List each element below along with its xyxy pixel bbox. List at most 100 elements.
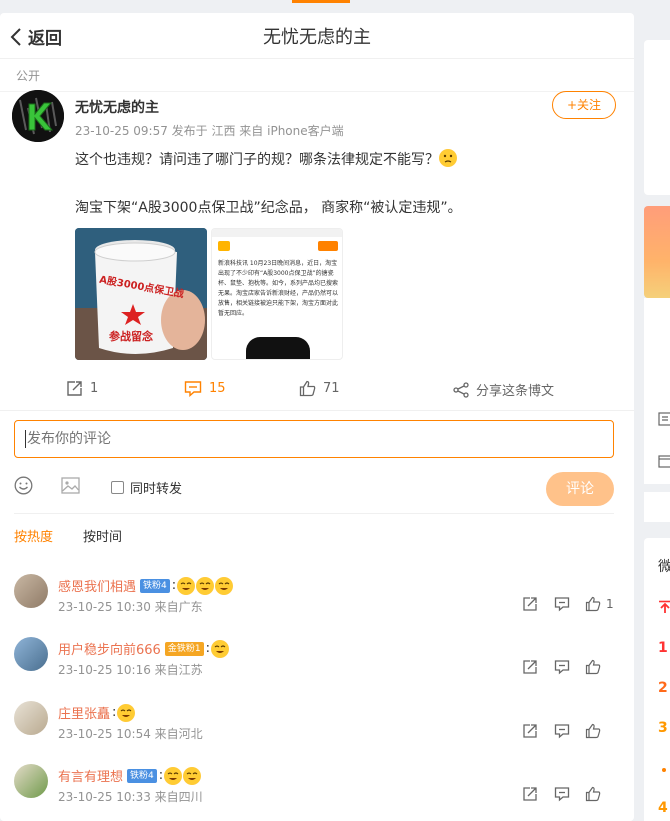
hot-search-heading: 微 <box>658 559 670 575</box>
sidebar-card <box>644 298 670 484</box>
hot-search-card: 微 1 2 3 4 <box>644 538 670 821</box>
calendar-icon[interactable] <box>658 454 670 468</box>
repost-button[interactable]: 1 <box>66 380 98 397</box>
page-title: 无忧无虑的主 <box>263 26 371 48</box>
pin-top-icon <box>659 600 670 613</box>
fan-badge: 金铁粉1 <box>164 641 204 656</box>
comment-icon <box>554 787 570 802</box>
thumbs-up-icon <box>585 596 601 612</box>
repost-count: 1 <box>90 381 99 396</box>
commenter-avatar[interactable] <box>14 701 48 735</box>
repost-icon <box>67 381 82 396</box>
repost-icon <box>523 787 537 801</box>
comment-input[interactable] <box>14 420 614 458</box>
commenter-avatar[interactable] <box>14 637 48 671</box>
comment-reply-button[interactable] <box>554 786 570 802</box>
post-actions: 1 15 71 分享这条博文 <box>0 374 634 404</box>
thumbs-up-icon <box>585 723 601 739</box>
composer-tools: 同时转发 评论 <box>14 472 614 506</box>
comment-icon <box>554 724 570 739</box>
sidebar-banner-image[interactable] <box>644 206 670 298</box>
repost-icon <box>523 724 537 738</box>
back-button[interactable]: 返回 <box>10 24 62 49</box>
comment-like-button[interactable] <box>585 786 601 802</box>
back-label: 返回 <box>28 29 62 49</box>
thinking-emoji-icon <box>439 149 457 167</box>
commenter-name[interactable]: 用户稳步向前666 <box>58 639 161 658</box>
comment-icon <box>554 660 570 675</box>
thumbs-up-icon <box>299 380 316 397</box>
comment-meta: 23-10-25 10:54 来自河北 <box>58 727 203 741</box>
right-sidebar: 微 1 2 3 4 <box>642 0 670 821</box>
thumbs-up-icon <box>585 786 601 802</box>
hot-rank-2[interactable]: 2 <box>658 680 668 696</box>
document-icon[interactable] <box>658 412 670 426</box>
comment-meta: 23-10-25 10:30 来自广东 <box>58 600 203 614</box>
submit-comment-button[interactable]: 评论 <box>546 472 614 506</box>
image-upload-icon[interactable] <box>61 476 80 499</box>
news-image-source-row <box>218 241 230 251</box>
divider <box>14 513 614 514</box>
divider <box>0 410 634 411</box>
comment-button[interactable]: 15 <box>184 380 226 397</box>
comment-text: : <box>172 576 234 595</box>
news-image-follow-chip <box>318 241 338 251</box>
repost-checkbox-label: 同时转发 <box>130 482 183 497</box>
sort-by-time-tab[interactable]: 按时间 <box>83 526 122 545</box>
comment-reply-button[interactable] <box>554 723 570 739</box>
top-tab-strip <box>0 0 670 6</box>
mug-text-bottom: 参战留念 <box>109 330 153 343</box>
news-image-text: 新浪科技讯 10月23日晚间消息，近日，淘宝出现了不少印有“A股3000点保卫战… <box>218 260 338 317</box>
news-image-header-bar <box>212 229 342 237</box>
comment-text: : <box>112 703 136 722</box>
thumbs-up-icon <box>585 659 601 675</box>
commenter-name[interactable]: 有言有理想 <box>58 766 123 785</box>
emoji-picker-icon[interactable] <box>14 476 33 499</box>
comment-item: 用户稳步向前666 金铁粉1: 23-10-25 10:16 来自江苏 <box>0 637 634 699</box>
emoji-icon <box>215 576 234 595</box>
checkbox-box[interactable] <box>111 481 124 494</box>
comment-repost-button[interactable] <box>522 723 538 739</box>
repost-icon <box>523 597 537 611</box>
news-image-shirt <box>246 337 310 359</box>
commenter-avatar[interactable] <box>14 574 48 608</box>
comment-repost-button[interactable] <box>522 659 538 675</box>
share-button[interactable]: 分享这条博文 <box>453 380 554 399</box>
emoji-icon <box>210 639 229 658</box>
hot-rank-3[interactable]: 3 <box>658 720 668 736</box>
fan-badge: 铁粉4 <box>140 578 170 593</box>
commenter-avatar[interactable] <box>14 764 48 798</box>
like-button[interactable]: 71 <box>299 380 340 397</box>
comment-repost-button[interactable] <box>522 596 538 612</box>
repost-icon <box>523 660 537 674</box>
post-text-line1: 这个也违规？请问违了哪门子的规？哪条法律规定不能写？ <box>75 152 439 168</box>
follow-button[interactable]: +关注 <box>552 91 616 119</box>
hot-rank-1[interactable]: 1 <box>658 640 668 656</box>
comment-reply-button[interactable] <box>554 596 570 612</box>
post-image-mug[interactable]: A股3000点保卫战 参战留念 <box>75 228 207 360</box>
comment-item: 有言有理想 铁粉4: 23-10-25 10:33 来自四川 <box>0 764 634 821</box>
emoji-icon <box>164 766 183 785</box>
comment-item: 感恩我们相遇 铁粉4: 23-10-25 10:30 来自广东 1 <box>0 574 634 636</box>
post-image-news[interactable]: 新浪科技讯 10月23日晚间消息，近日，淘宝出现了不少印有“A股3000点保卫战… <box>211 228 343 360</box>
k-logo-icon <box>12 90 64 142</box>
author-name[interactable]: 无忧无虑的主 <box>75 97 159 117</box>
detail-header: 返回 无忧无虑的主 <box>0 13 634 59</box>
comment-like-button[interactable]: 1 <box>585 596 614 612</box>
commenter-name[interactable]: 庄里张矗 <box>58 703 110 722</box>
comment-like-count: 1 <box>606 597 614 611</box>
post-text-line2: 淘宝下架“A股3000点保卫战”纪念品， 商家称“被认定违规”。 <box>75 200 462 216</box>
comment-like-button[interactable] <box>585 659 601 675</box>
emoji-icon <box>117 703 136 722</box>
share-icon <box>453 381 469 398</box>
sort-by-hot-tab[interactable]: 按热度 <box>14 526 53 545</box>
comment-reply-button[interactable] <box>554 659 570 675</box>
post-text: 这个也违规？请问违了哪门子的规？哪条法律规定不能写？ 淘宝下架“A股3000点保… <box>75 148 605 220</box>
comment-repost-button[interactable] <box>522 786 538 802</box>
commenter-name[interactable]: 感恩我们相遇 <box>58 576 136 595</box>
repost-checkbox[interactable]: 同时转发 <box>111 478 182 497</box>
comment-like-button[interactable] <box>585 723 601 739</box>
hot-rank-4[interactable]: 4 <box>658 800 668 816</box>
post-meta: 23-10-25 09:57 发布于 江西 来自 iPhone客户端 <box>75 124 344 138</box>
author-avatar[interactable] <box>12 90 64 142</box>
